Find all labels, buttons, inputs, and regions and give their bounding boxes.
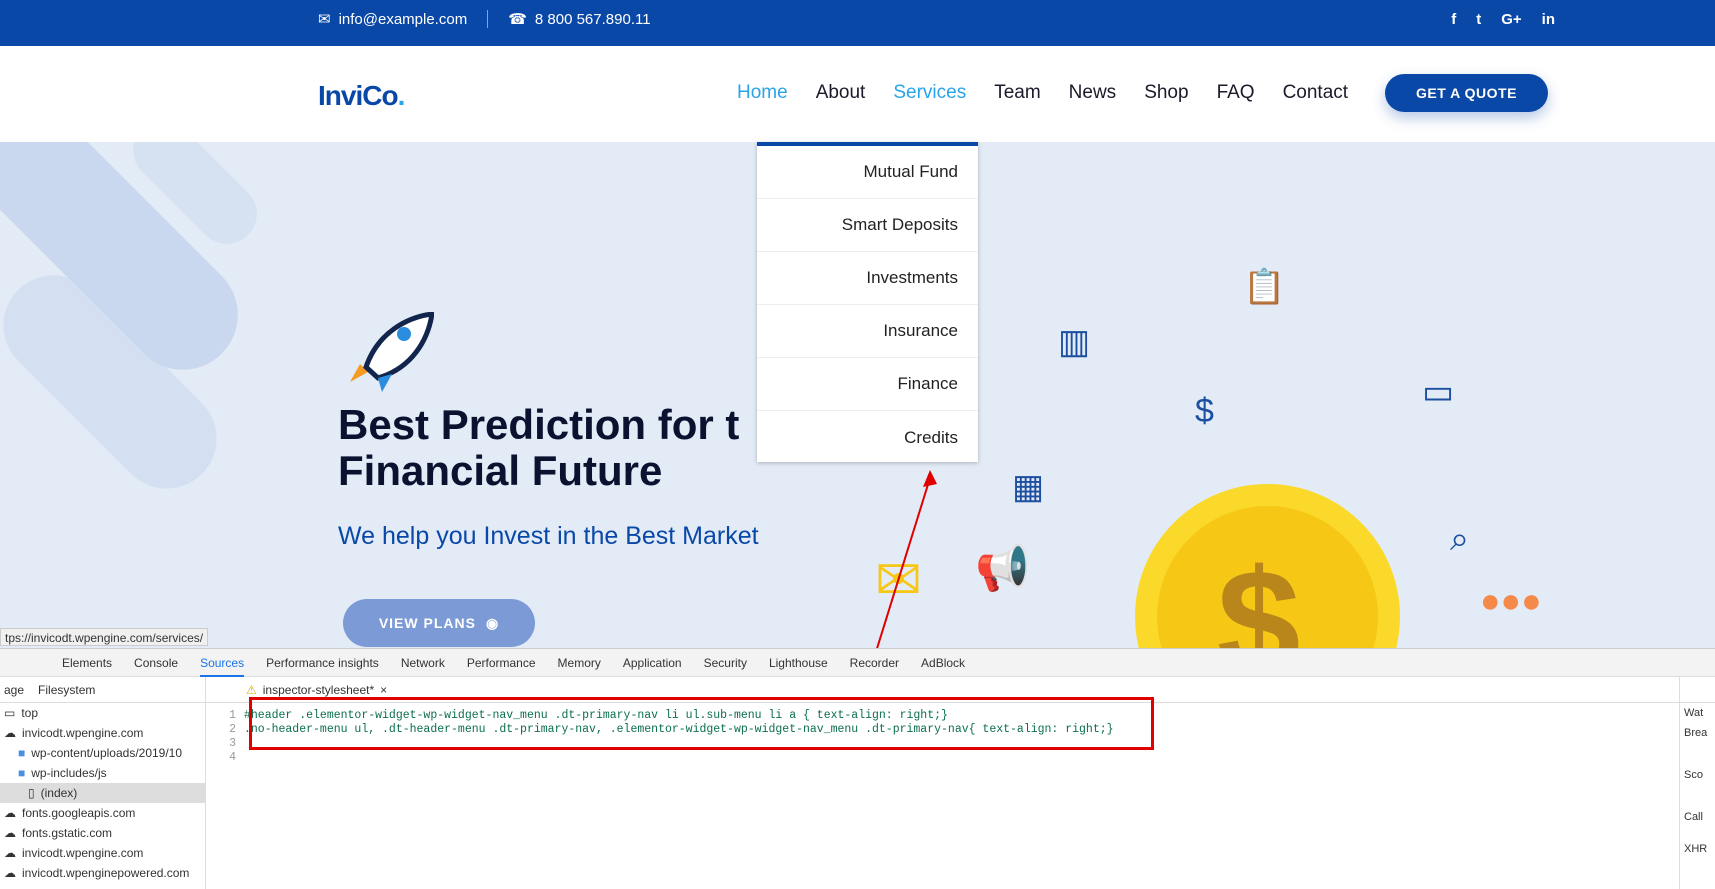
folder-icon: ■	[18, 766, 26, 780]
tree-item[interactable]: ■ wp-includes/js	[0, 763, 205, 783]
file-icon: ▯	[28, 786, 35, 800]
cloud-icon: ☁	[4, 726, 16, 740]
tab-sources[interactable]: Sources	[200, 656, 245, 677]
cloud-icon: ☁	[4, 846, 16, 860]
tree-item[interactable]: ☁ fonts.gstatic.com	[0, 823, 205, 843]
debugger-sidebar: Wat Brea Sco Call XHR	[1679, 677, 1715, 889]
tab-security[interactable]: Security	[704, 656, 747, 670]
tree-item[interactable]: ▭ top	[0, 703, 205, 723]
sources-navigator: age Filesystem ▭ top ☁ invicodt.wpengine.c…	[0, 677, 206, 889]
tree-item[interactable]: ☁ fonts.googleapis.com	[0, 803, 205, 823]
cloud-icon: ☁	[4, 806, 16, 820]
tree-item[interactable]: ☁ invicodt.wpengine.com	[0, 843, 205, 863]
tab-recorder[interactable]: Recorder	[850, 656, 899, 670]
tab-filesystem[interactable]: Filesystem	[38, 683, 95, 697]
folder-icon: ■	[18, 746, 26, 760]
highlight-box	[249, 697, 1154, 750]
devtools-panel: Elements Console Sources Performance ins…	[0, 648, 1715, 889]
cloud-icon: ☁	[4, 826, 16, 840]
cloud-icon: ☁	[4, 866, 16, 880]
tree-item[interactable]: ☁ invicodt.wpenginepowered.com	[0, 863, 205, 883]
frame-icon: ▭	[4, 706, 16, 720]
tree-item[interactable]: ■ wp-content/uploads/2019/10	[0, 743, 205, 763]
tab-application[interactable]: Application	[623, 656, 682, 670]
tab-page[interactable]: age	[4, 683, 24, 697]
tab-console[interactable]: Console	[134, 656, 178, 670]
tab-performance-insights[interactable]: Performance insights	[266, 656, 379, 670]
tab-elements[interactable]: Elements	[62, 656, 112, 670]
devtools-tabs: Elements Console Sources Performance ins…	[0, 649, 1715, 677]
warning-icon: ⚠	[246, 682, 257, 697]
tab-lighthouse[interactable]: Lighthouse	[769, 656, 828, 670]
tab-adblock[interactable]: AdBlock	[921, 656, 965, 670]
close-icon[interactable]: ×	[380, 683, 387, 697]
navigator-tabs: age Filesystem	[0, 677, 205, 703]
tree-item[interactable]: ▯ (index)	[0, 783, 205, 803]
status-url: tps://invicodt.wpengine.com/services/	[0, 628, 209, 646]
tab-memory[interactable]: Memory	[558, 656, 601, 670]
tab-performance[interactable]: Performance	[467, 656, 536, 670]
tab-network[interactable]: Network	[401, 656, 445, 670]
tree-item[interactable]: ☁ invicodt.wpengine.com	[0, 723, 205, 743]
